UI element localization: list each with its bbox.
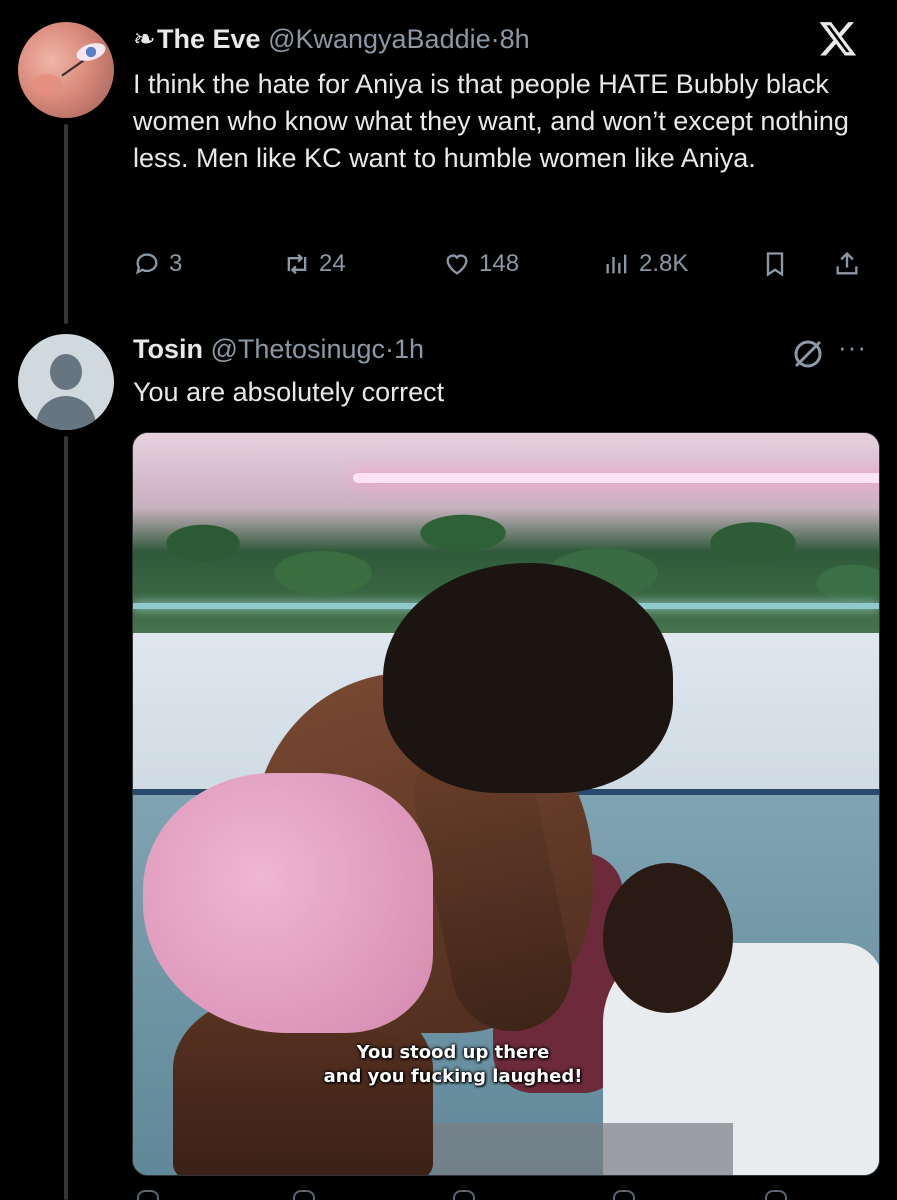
like-count: 148 [479, 250, 520, 277]
avatar-tosin[interactable] [18, 334, 114, 430]
tweet2-timestamp[interactable]: 1h [394, 334, 424, 364]
share-button[interactable] [833, 244, 861, 284]
thread-line-bottom [64, 436, 68, 1200]
reply-icon[interactable] [137, 1190, 159, 1200]
views-icon [606, 254, 627, 274]
x-logo-icon [819, 22, 857, 56]
butterfly-icon: ❧ [133, 24, 156, 54]
tweet1-separator: · [490, 24, 500, 54]
reply-button[interactable]: 3 [133, 244, 182, 284]
views-count: 2.8K [639, 250, 689, 277]
tweet2-author-name[interactable]: Tosin [133, 334, 203, 364]
views-button[interactable]: 2.8K [603, 244, 688, 284]
reply-icon [135, 253, 158, 275]
retweet-count: 24 [319, 250, 346, 277]
tweet1-text: I think the hate for Aniya is that peopl… [133, 69, 849, 173]
retweet-icon [287, 253, 307, 275]
tweet1-header: ❧The Eve @KwangyaBaddie·8h [133, 22, 530, 56]
tweet1-timestamp[interactable]: 8h [500, 24, 530, 54]
tweet1-author-name[interactable]: The Eve [157, 24, 261, 54]
retweet-button[interactable]: 24 [283, 244, 346, 284]
tweet1-action-bar: 3 24 148 2.8K [133, 244, 881, 284]
bookmark-button[interactable] [761, 244, 789, 284]
reply-count: 3 [169, 250, 183, 277]
heart-icon[interactable] [453, 1190, 475, 1200]
scene-figure-head [603, 863, 733, 1013]
default-avatar-head [50, 354, 82, 390]
scene-floor [433, 1123, 733, 1175]
scene-figure-hair [383, 563, 673, 793]
avatar-the-eve[interactable] [18, 22, 114, 118]
scene-figure-shorts [143, 773, 433, 1033]
avatar-eye [74, 39, 108, 65]
tweet2-separator: · [385, 334, 395, 364]
avatar-cheek [32, 74, 62, 96]
heart-icon [446, 254, 468, 275]
tweet2-header: Tosin @Thetosinugc·1h [133, 332, 424, 366]
share-icon [836, 251, 858, 275]
subtitle-line-2: and you fucking laughed! [323, 1066, 583, 1087]
scene-neon-light [353, 473, 879, 483]
like-button[interactable]: 148 [443, 244, 519, 284]
subtitle-line-1: You stood up there [356, 1042, 550, 1063]
thread-line-top [64, 124, 68, 324]
tweet2-action-bar-partial [133, 1190, 881, 1200]
more-options-icon[interactable]: ··· [838, 334, 878, 366]
video-subtitle: You stood up there and you fucking laugh… [133, 1041, 773, 1089]
default-avatar-body [36, 396, 96, 430]
grok-icon[interactable] [790, 336, 826, 372]
tweet2-author-handle[interactable]: @Thetosinugc [211, 334, 386, 364]
retweet-icon[interactable] [293, 1190, 315, 1200]
bookmark-icon [766, 252, 784, 277]
tweet1-author-handle[interactable]: @KwangyaBaddie [268, 24, 491, 54]
views-icon[interactable] [613, 1190, 635, 1200]
bookmark-icon[interactable] [765, 1190, 787, 1200]
tweet2-media-image[interactable]: You stood up there and you fucking laugh… [132, 432, 880, 1176]
tweet2-text: You are absolutely correct [133, 377, 445, 407]
